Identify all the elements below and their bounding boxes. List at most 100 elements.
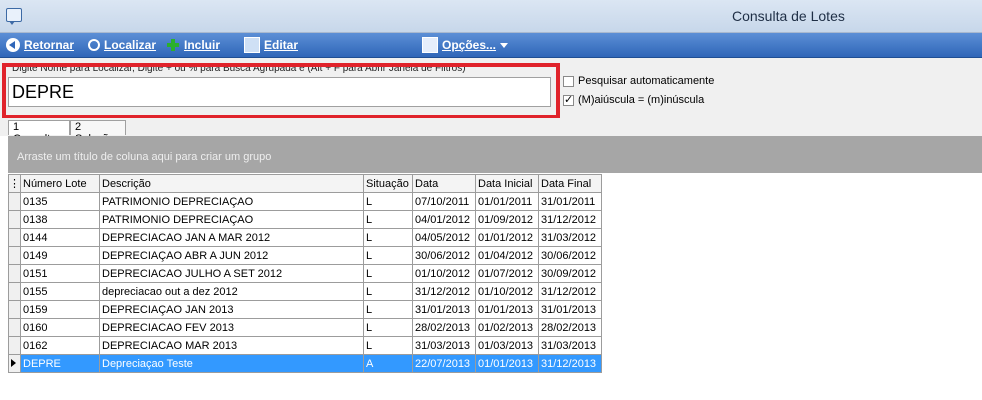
cell-numero-lote[interactable]: DEPRE [20,354,100,373]
table-row[interactable]: 0149 DEPRECIAÇAO ABR A JUN 2012 L 30/06/201… [8,246,602,265]
row-indicator[interactable] [8,336,21,355]
incluir-button[interactable]: Incluir [166,37,220,53]
cell-situacao[interactable]: L [363,300,413,319]
cell-data-final[interactable]: 31/03/2013 [538,336,602,355]
cell-data-inicial[interactable]: 01/07/2012 [475,264,539,283]
row-indicator[interactable] [8,246,21,265]
row-indicator[interactable] [8,300,21,319]
cell-numero-lote[interactable]: 0135 [20,192,100,211]
search-input[interactable] [8,77,551,107]
cell-descricao[interactable]: DEPRECIACAO JULHO A SET 2012 [99,264,364,283]
cell-descricao[interactable]: Depreciaçao Teste [99,354,364,373]
cell-data[interactable]: 01/10/2012 [412,264,476,283]
table-row[interactable]: 0144 DEPRECIACAO JAN A MAR 2012 L 04/05/201… [8,228,602,247]
cell-data-final[interactable]: 28/02/2013 [538,318,602,337]
table-row[interactable]: DEPRE Depreciaçao Teste A 22/07/2013 01/01/2… [8,354,602,373]
cell-data-final[interactable]: 31/01/2011 [538,192,602,211]
cell-descricao[interactable]: DEPRECIAÇAO ABR A JUN 2012 [99,246,364,265]
cell-descricao[interactable]: DEPRECIACAO FEV 2013 [99,318,364,337]
row-indicator[interactable] [8,318,21,337]
tab-selecao[interactable]: 2 Seleção [70,120,126,145]
table-row[interactable]: 0138 PATRIMONIO DEPRECIAÇAO L 04/01/2012 01/… [8,210,602,229]
cell-numero-lote[interactable]: 0149 [20,246,100,265]
cell-data-inicial[interactable]: 01/03/2013 [475,336,539,355]
row-indicator[interactable] [8,192,21,211]
cell-data[interactable]: 22/07/2013 [412,354,476,373]
auto-search-checkbox[interactable] [563,75,574,87]
col-situacao[interactable]: Situação [363,174,413,193]
cell-data[interactable]: 31/01/2013 [412,300,476,319]
cell-numero-lote[interactable]: 0138 [20,210,100,229]
opcoes-menu-button[interactable]: Opções... [422,37,509,53]
cell-data-inicial[interactable]: 01/02/2013 [475,318,539,337]
cell-data-final[interactable]: 31/12/2013 [538,354,602,373]
cell-descricao[interactable]: PATRIMONIO DEPRECIAÇAO [99,210,364,229]
cell-data-final[interactable]: 31/12/2012 [538,282,602,301]
cell-situacao[interactable]: L [363,210,413,229]
table-row[interactable]: 0159 DEPRECIAÇAO JAN 2013 L 31/01/2013 01/01… [8,300,602,319]
cell-data-final[interactable]: 30/06/2012 [538,246,602,265]
table-row[interactable]: 0155 depreciacao out a dez 2012 L 31/12/201… [8,282,602,301]
cell-situacao[interactable]: L [363,336,413,355]
cell-data-final[interactable]: 31/01/2013 [538,300,602,319]
editar-button[interactable]: Editar [244,37,298,53]
cell-descricao[interactable]: DEPRECIACAO MAR 2013 [99,336,364,355]
retornar-button[interactable]: Retornar [6,37,74,53]
table-row[interactable]: 0162 DEPRECIACAO MAR 2013 L 31/03/2013 01/03… [8,336,602,355]
case-insensitive-checkbox[interactable] [563,93,574,106]
row-indicator[interactable] [8,228,21,247]
col-data-inicial[interactable]: Data Inicial [475,174,539,193]
cell-data-inicial[interactable]: 01/10/2012 [475,282,539,301]
table-row[interactable]: 0160 DEPRECIACAO FEV 2013 L 28/02/2013 01/02… [8,318,602,337]
cell-data-final[interactable]: 31/03/2012 [538,228,602,247]
cell-situacao[interactable]: A [363,354,413,373]
col-numero-lote[interactable]: Número Lote [20,174,100,193]
cell-numero-lote[interactable]: 0162 [20,336,100,355]
col-data[interactable]: Data [412,174,476,193]
col-descricao[interactable]: Descrição [99,174,364,193]
table-row[interactable]: 0135 PATRIMONIO DEPRECIAÇAO L 07/10/2011 01/… [8,192,602,211]
cell-data[interactable]: 31/12/2012 [412,282,476,301]
case-option[interactable]: (M)aiúscula = (m)inúscula [563,93,704,106]
group-by-panel[interactable]: Arraste um título de coluna aqui para cr… [8,136,982,173]
localizar-button[interactable]: Localizar [88,37,156,53]
col-data-final[interactable]: Data Final [538,174,602,193]
cell-data[interactable]: 30/06/2012 [412,246,476,265]
cell-data[interactable]: 28/02/2013 [412,318,476,337]
cell-data-final[interactable]: 31/12/2012 [538,210,602,229]
cell-data-final[interactable]: 30/09/2012 [538,264,602,283]
cell-situacao[interactable]: L [363,246,413,265]
cell-numero-lote[interactable]: 0160 [20,318,100,337]
cell-descricao[interactable]: depreciacao out a dez 2012 [99,282,364,301]
cell-data[interactable]: 07/10/2011 [412,192,476,211]
cell-numero-lote[interactable]: 0151 [20,264,100,283]
cell-data-inicial[interactable]: 01/01/2013 [475,300,539,319]
cell-descricao[interactable]: PATRIMONIO DEPRECIAÇAO [99,192,364,211]
row-indicator[interactable] [8,282,21,301]
cell-numero-lote[interactable]: 0159 [20,300,100,319]
row-indicator[interactable] [8,210,21,229]
cell-descricao[interactable]: DEPRECIACAO JAN A MAR 2012 [99,228,364,247]
cell-numero-lote[interactable]: 0155 [20,282,100,301]
cell-data-inicial[interactable]: 01/04/2012 [475,246,539,265]
cell-situacao[interactable]: L [363,228,413,247]
cell-situacao[interactable]: L [363,318,413,337]
cell-situacao[interactable]: L [363,264,413,283]
row-indicator[interactable] [8,354,21,373]
row-indicator[interactable] [8,264,21,283]
cell-data-inicial[interactable]: 01/01/2012 [475,228,539,247]
cell-situacao[interactable]: L [363,282,413,301]
cell-data[interactable]: 04/01/2012 [412,210,476,229]
tab-consulta[interactable]: 1 Consulta [8,120,70,145]
cell-data-inicial[interactable]: 01/01/2013 [475,354,539,373]
cell-data-inicial[interactable]: 01/09/2012 [475,210,539,229]
cell-data-inicial[interactable]: 01/01/2011 [475,192,539,211]
table-row[interactable]: 0151 DEPRECIACAO JULHO A SET 2012 L 01/10/2… [8,264,602,283]
column-chooser-icon[interactable]: ⋮ [8,174,21,193]
cell-numero-lote[interactable]: 0144 [20,228,100,247]
auto-search-option[interactable]: Pesquisar automaticamente [563,75,714,87]
cell-data[interactable]: 04/05/2012 [412,228,476,247]
cell-descricao[interactable]: DEPRECIAÇAO JAN 2013 [99,300,364,319]
cell-data[interactable]: 31/03/2013 [412,336,476,355]
cell-situacao[interactable]: L [363,192,413,211]
